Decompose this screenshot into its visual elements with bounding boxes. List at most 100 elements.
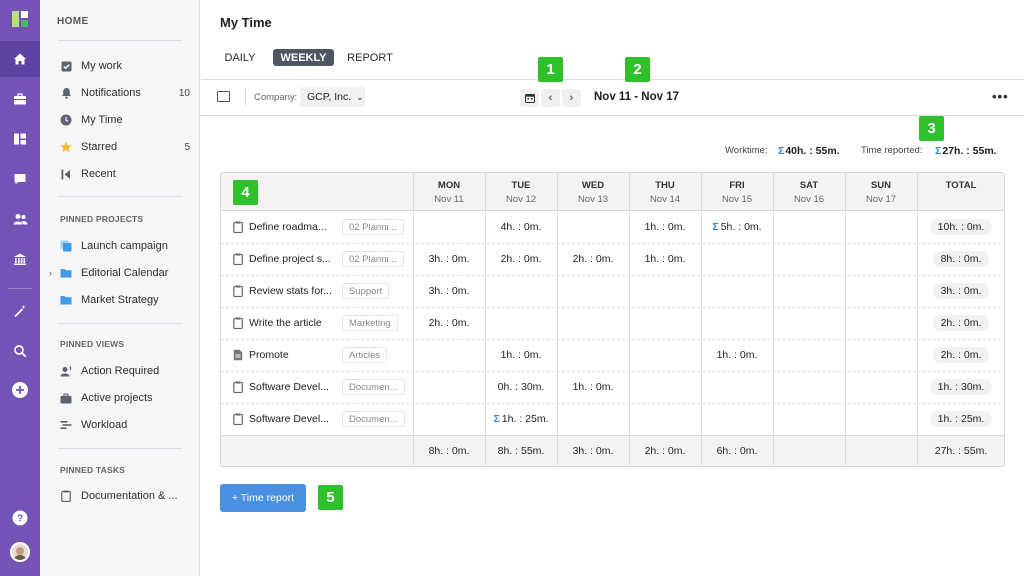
time-cell[interactable] [845,218,917,236]
sidebar-item-my-time[interactable]: My Time [60,111,190,129]
task-cell[interactable]: Write the article Marketing [233,314,411,332]
time-cell[interactable] [629,346,701,364]
time-cell[interactable] [773,218,845,236]
time-cell[interactable] [773,378,845,396]
time-cell[interactable] [773,282,845,300]
prev-week-button[interactable]: ‹ [541,89,560,107]
briefcase-icon[interactable] [0,81,40,117]
time-cell[interactable]: 0h. : 30m. [485,378,557,396]
time-cell[interactable] [701,282,773,300]
tab-report[interactable]: REPORT [347,49,393,66]
time-cell[interactable] [629,378,701,396]
dashboard-icon[interactable] [0,121,40,157]
time-cell[interactable]: 4h. : 0m. [485,218,557,236]
chat-icon[interactable] [0,161,40,197]
task-cell[interactable]: Define project s... 02 Planni... [233,250,411,268]
time-cell[interactable]: 2h. : 0m. [557,250,629,268]
day-header-0: MON Nov 11 [413,180,485,205]
time-cell[interactable]: 2h. : 0m. [413,314,485,332]
time-cell[interactable] [413,410,485,428]
sidebar-item-documentation[interactable]: Documentation & ... [60,487,190,505]
add-icon[interactable] [0,372,40,408]
tab-daily[interactable]: DAILY [221,49,259,66]
magic-wand-icon[interactable] [0,293,40,329]
time-cell[interactable] [557,410,629,428]
sidebar-item-starred[interactable]: Starred 5 [60,138,190,156]
task-cell[interactable]: Define roadma... 02 Planni... [233,218,411,236]
time-cell[interactable] [557,314,629,332]
sidebar-item-active-projects[interactable]: Active projects [60,389,190,407]
tab-weekly[interactable]: WEEKLY [273,49,334,66]
task-cell[interactable]: Software Devel... Documen... [233,378,411,396]
time-cell[interactable] [413,218,485,236]
sidebar-item-action-required[interactable]: Action Required [60,362,190,380]
sidebar-item-market-strategy[interactable]: Market Strategy [60,291,190,309]
add-time-report-button[interactable]: + Time report [220,484,306,512]
time-cell[interactable]: 2h. : 0m. [485,250,557,268]
sidebar-item-workload[interactable]: Workload [60,416,190,434]
time-cell[interactable]: 1h. : 0m. [629,250,701,268]
time-cell[interactable] [629,410,701,428]
user-avatar[interactable] [10,542,30,562]
time-cell[interactable]: 3h. : 0m. [413,250,485,268]
sidebar-item-my-work[interactable]: My work [60,57,190,75]
search-icon[interactable] [0,333,40,369]
bank-icon[interactable] [0,241,40,277]
users-icon[interactable] [0,201,40,237]
time-cell[interactable] [629,282,701,300]
time-cell[interactable] [701,410,773,428]
time-cell[interactable] [773,250,845,268]
time-cell[interactable] [557,218,629,236]
time-cell[interactable]: 1h. : 0m. [701,346,773,364]
more-options-icon[interactable]: ••• [992,89,1009,104]
sidebar-item-notifications[interactable]: Notifications 10 [60,84,190,102]
app-logo-icon[interactable] [12,11,28,27]
time-cell[interactable]: Σ 5h. : 0m. [701,218,773,236]
time-cell[interactable] [845,282,917,300]
time-reported-value: Σ27h. : 55m. [935,145,997,157]
task-cell[interactable]: Review stats for... Support [233,282,411,300]
time-cell[interactable] [485,314,557,332]
task-cell[interactable]: Software Devel... Documen... [233,410,411,428]
time-cell[interactable] [845,314,917,332]
calendar-button[interactable] [520,89,539,107]
home-icon[interactable] [0,41,40,77]
task-project-tag: Documen... [342,379,405,395]
time-cell[interactable] [773,314,845,332]
time-cell[interactable] [845,378,917,396]
row-total-value: 3h. : 0m. [932,283,990,299]
time-cell[interactable] [845,410,917,428]
task-cell[interactable]: Promote Articles [233,346,411,364]
time-cell[interactable] [557,282,629,300]
time-cell[interactable] [773,410,845,428]
sidebar-item-launch-campaign[interactable]: Launch campaign [60,237,190,255]
company-label: Company: [254,92,298,103]
sidebar-item-recent[interactable]: Recent [60,165,190,183]
time-cell[interactable] [413,346,485,364]
time-cell[interactable]: 1h. : 0m. [629,218,701,236]
next-week-button[interactable]: › [562,89,581,107]
time-value: 2h. : 0m. [572,253,614,265]
time-cell[interactable]: 1h. : 0m. [485,346,557,364]
help-icon[interactable]: ? [0,500,40,536]
time-cell[interactable]: Σ 1h. : 25m. [485,410,557,428]
company-select[interactable]: GCP, Inc. ⌄ [300,87,365,107]
time-cell[interactable] [557,346,629,364]
row-total-value: 1h. : 25m. [929,411,993,427]
time-cell[interactable] [701,378,773,396]
time-cell[interactable] [701,314,773,332]
time-cell[interactable] [413,378,485,396]
expand-icon[interactable] [217,91,230,102]
day-total: 6h. : 0m. [716,445,758,457]
time-cell[interactable] [845,250,917,268]
worktime-value: Σ40h. : 55m. [778,145,840,157]
time-cell[interactable]: 3h. : 0m. [413,282,485,300]
time-cell[interactable] [773,346,845,364]
sidebar-item-editorial-calendar[interactable]: Editorial Calendar [60,264,190,282]
time-cell[interactable] [629,314,701,332]
time-cell[interactable] [701,250,773,268]
time-cell[interactable]: 1h. : 0m. [557,378,629,396]
expand-caret-icon[interactable]: › [49,268,52,278]
time-cell[interactable] [485,282,557,300]
time-cell[interactable] [845,346,917,364]
